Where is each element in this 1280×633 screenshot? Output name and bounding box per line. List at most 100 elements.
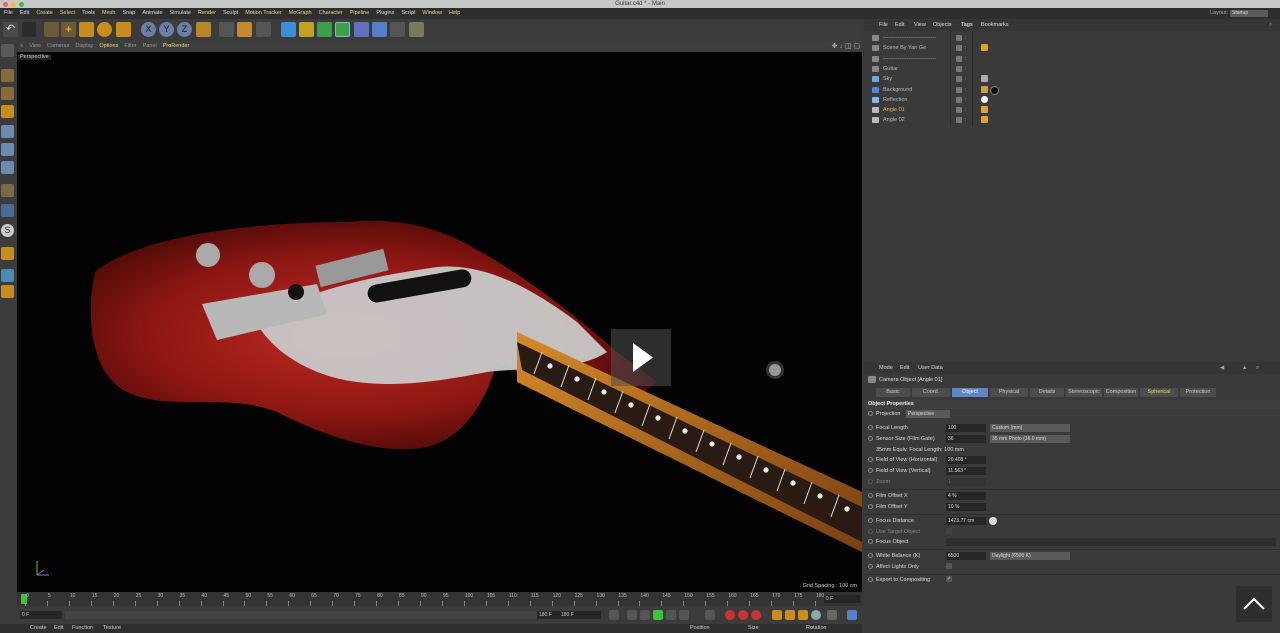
om-menu-objects[interactable]: Objects (933, 19, 952, 31)
am-up-icon[interactable]: ▲ (1242, 362, 1247, 374)
am-menu-user-data[interactable]: User Data (918, 362, 943, 374)
points-mode-icon[interactable] (1, 125, 14, 138)
key-position-icon[interactable] (772, 610, 782, 620)
layer-icon[interactable] (956, 96, 962, 103)
menu-sculpt[interactable]: Sculpt (223, 8, 238, 19)
grid-icon[interactable] (1, 269, 14, 282)
goto-end-icon[interactable] (705, 610, 715, 620)
key-parameter-icon[interactable] (811, 610, 821, 620)
menu-window[interactable]: Window (422, 8, 442, 19)
tag-icon[interactable] (981, 116, 988, 124)
layer-icon[interactable] (956, 76, 962, 83)
object-name[interactable]: Sky (883, 74, 892, 84)
rotate-tool-icon[interactable] (97, 22, 112, 37)
visibility-dots-icon[interactable]: : (965, 116, 966, 124)
tag-icon[interactable] (981, 75, 988, 83)
visibility-dots-icon[interactable]: : (965, 86, 966, 94)
object-row[interactable]: Guitar: (868, 64, 1274, 74)
key-pla-icon[interactable] (827, 610, 837, 620)
layer-icon[interactable] (956, 117, 962, 124)
key-scale-icon[interactable] (785, 610, 795, 620)
menu-script[interactable]: Script (401, 8, 415, 19)
preview-end-field[interactable]: 180 F (537, 611, 559, 619)
subdivision-icon[interactable] (317, 22, 332, 37)
material-tag-icon[interactable] (990, 85, 999, 95)
keyframe-selection-icon[interactable] (751, 610, 761, 620)
workplane-icon[interactable] (1, 105, 14, 118)
perspective-viewport[interactable]: Perspective Grid Spacing : 100 cm (17, 52, 862, 592)
menu-create[interactable]: Create (36, 8, 53, 19)
light-icon[interactable] (409, 22, 424, 37)
menu-render[interactable]: Render (198, 8, 216, 19)
viewport-menu-view[interactable]: View (29, 41, 41, 52)
menu-pipeline[interactable]: Pipeline (350, 8, 370, 19)
om-menu-file[interactable]: File (879, 19, 888, 31)
menu-select[interactable]: Select (60, 8, 75, 19)
affect-lights-checkbox[interactable] (946, 563, 952, 569)
cube-icon[interactable] (281, 22, 296, 37)
fov-vertical-input[interactable]: 11.563 ° (946, 467, 986, 475)
visibility-dots-icon[interactable]: : (965, 44, 966, 52)
scroll-to-top-button[interactable] (1236, 586, 1272, 622)
recent-tool-icon[interactable] (116, 22, 131, 37)
projection-anim-icon[interactable] (868, 411, 873, 416)
object-row[interactable]: Background: (868, 85, 1274, 95)
edges-mode-icon[interactable] (1, 143, 14, 156)
menu-edit[interactable]: Edit (20, 8, 29, 19)
key-rotation-icon[interactable] (798, 610, 808, 620)
film-offset-y-input[interactable]: 10 % (946, 503, 986, 511)
undo-icon[interactable]: ↶ (3, 22, 18, 37)
export-compositing-checkbox[interactable]: ✓ (946, 576, 952, 582)
menu-mograph[interactable]: MoGraph (289, 8, 312, 19)
material-menu-texture[interactable]: Texture (103, 624, 121, 633)
menu-snap[interactable]: Snap (122, 8, 135, 19)
am-tab-stereoscopic[interactable]: Stereoscopic (1066, 388, 1102, 397)
white-balance-anim-icon[interactable] (868, 553, 873, 558)
visibility-dots-icon[interactable]: : (965, 106, 966, 114)
lock-workplane-icon[interactable] (1, 285, 14, 298)
am-search-icon[interactable]: ⌕ (1256, 362, 1259, 374)
viewport-menu-panel[interactable]: Panel (143, 41, 157, 52)
layer-icon[interactable] (956, 35, 962, 41)
tag-icon[interactable] (981, 85, 988, 93)
record-active-icon[interactable] (725, 610, 735, 620)
film-offset-x-anim-icon[interactable] (868, 493, 873, 498)
am-tab-physical[interactable]: Physical (990, 388, 1028, 397)
fov-horizontal-input[interactable]: 20.408 ° (946, 456, 986, 464)
play-forward-icon[interactable] (653, 610, 663, 620)
render-settings-icon[interactable] (256, 22, 271, 37)
film-offset-y-anim-icon[interactable] (868, 504, 873, 509)
menu-motion-tracker[interactable]: Motion Tracker (245, 8, 281, 19)
move-tool-icon[interactable]: + (61, 22, 76, 37)
focus-object-link-field[interactable] (946, 538, 1276, 546)
am-tab-composition[interactable]: Composition (1104, 388, 1138, 397)
am-tab-basic[interactable]: Basic (876, 388, 910, 397)
film-offset-x-input[interactable]: 4 % (946, 492, 986, 500)
focal-length-input[interactable]: 100 (946, 424, 986, 432)
previous-key-icon[interactable] (627, 610, 637, 620)
render-picture-viewer-icon[interactable] (237, 22, 252, 37)
visibility-dots-icon[interactable]: : (965, 96, 966, 104)
layer-icon[interactable] (956, 86, 962, 93)
snap-icon[interactable]: S (1, 224, 14, 237)
om-menu-bookmarks[interactable]: Bookmarks (981, 19, 1009, 31)
magnet-icon[interactable] (1, 247, 14, 260)
scale-tool-icon[interactable] (79, 22, 94, 37)
focus-object-anim-icon[interactable] (868, 539, 873, 544)
projection-select[interactable]: Perspective (906, 410, 950, 418)
white-balance-input[interactable]: 6500 (946, 552, 986, 560)
autokey-icon[interactable] (738, 610, 748, 620)
make-editable-icon[interactable] (1, 44, 14, 57)
focus-distance-input[interactable]: 1423.77 cm (946, 517, 986, 525)
sensor-size-input[interactable]: 36 (946, 435, 986, 443)
next-key-icon[interactable] (679, 610, 689, 620)
sensor-size-preset-select[interactable]: 35 mm Photo (36.0 mm) (990, 435, 1070, 443)
play-video-button[interactable] (611, 329, 671, 386)
coordinate-system-icon[interactable] (196, 22, 211, 37)
menu-simulate[interactable]: Simulate (170, 8, 191, 19)
tag-icon[interactable] (981, 44, 988, 52)
focal-length-anim-icon[interactable] (868, 425, 873, 430)
deformer-icon[interactable] (354, 22, 369, 37)
layer-icon[interactable] (956, 107, 962, 114)
om-menu-view[interactable]: View (914, 19, 926, 31)
